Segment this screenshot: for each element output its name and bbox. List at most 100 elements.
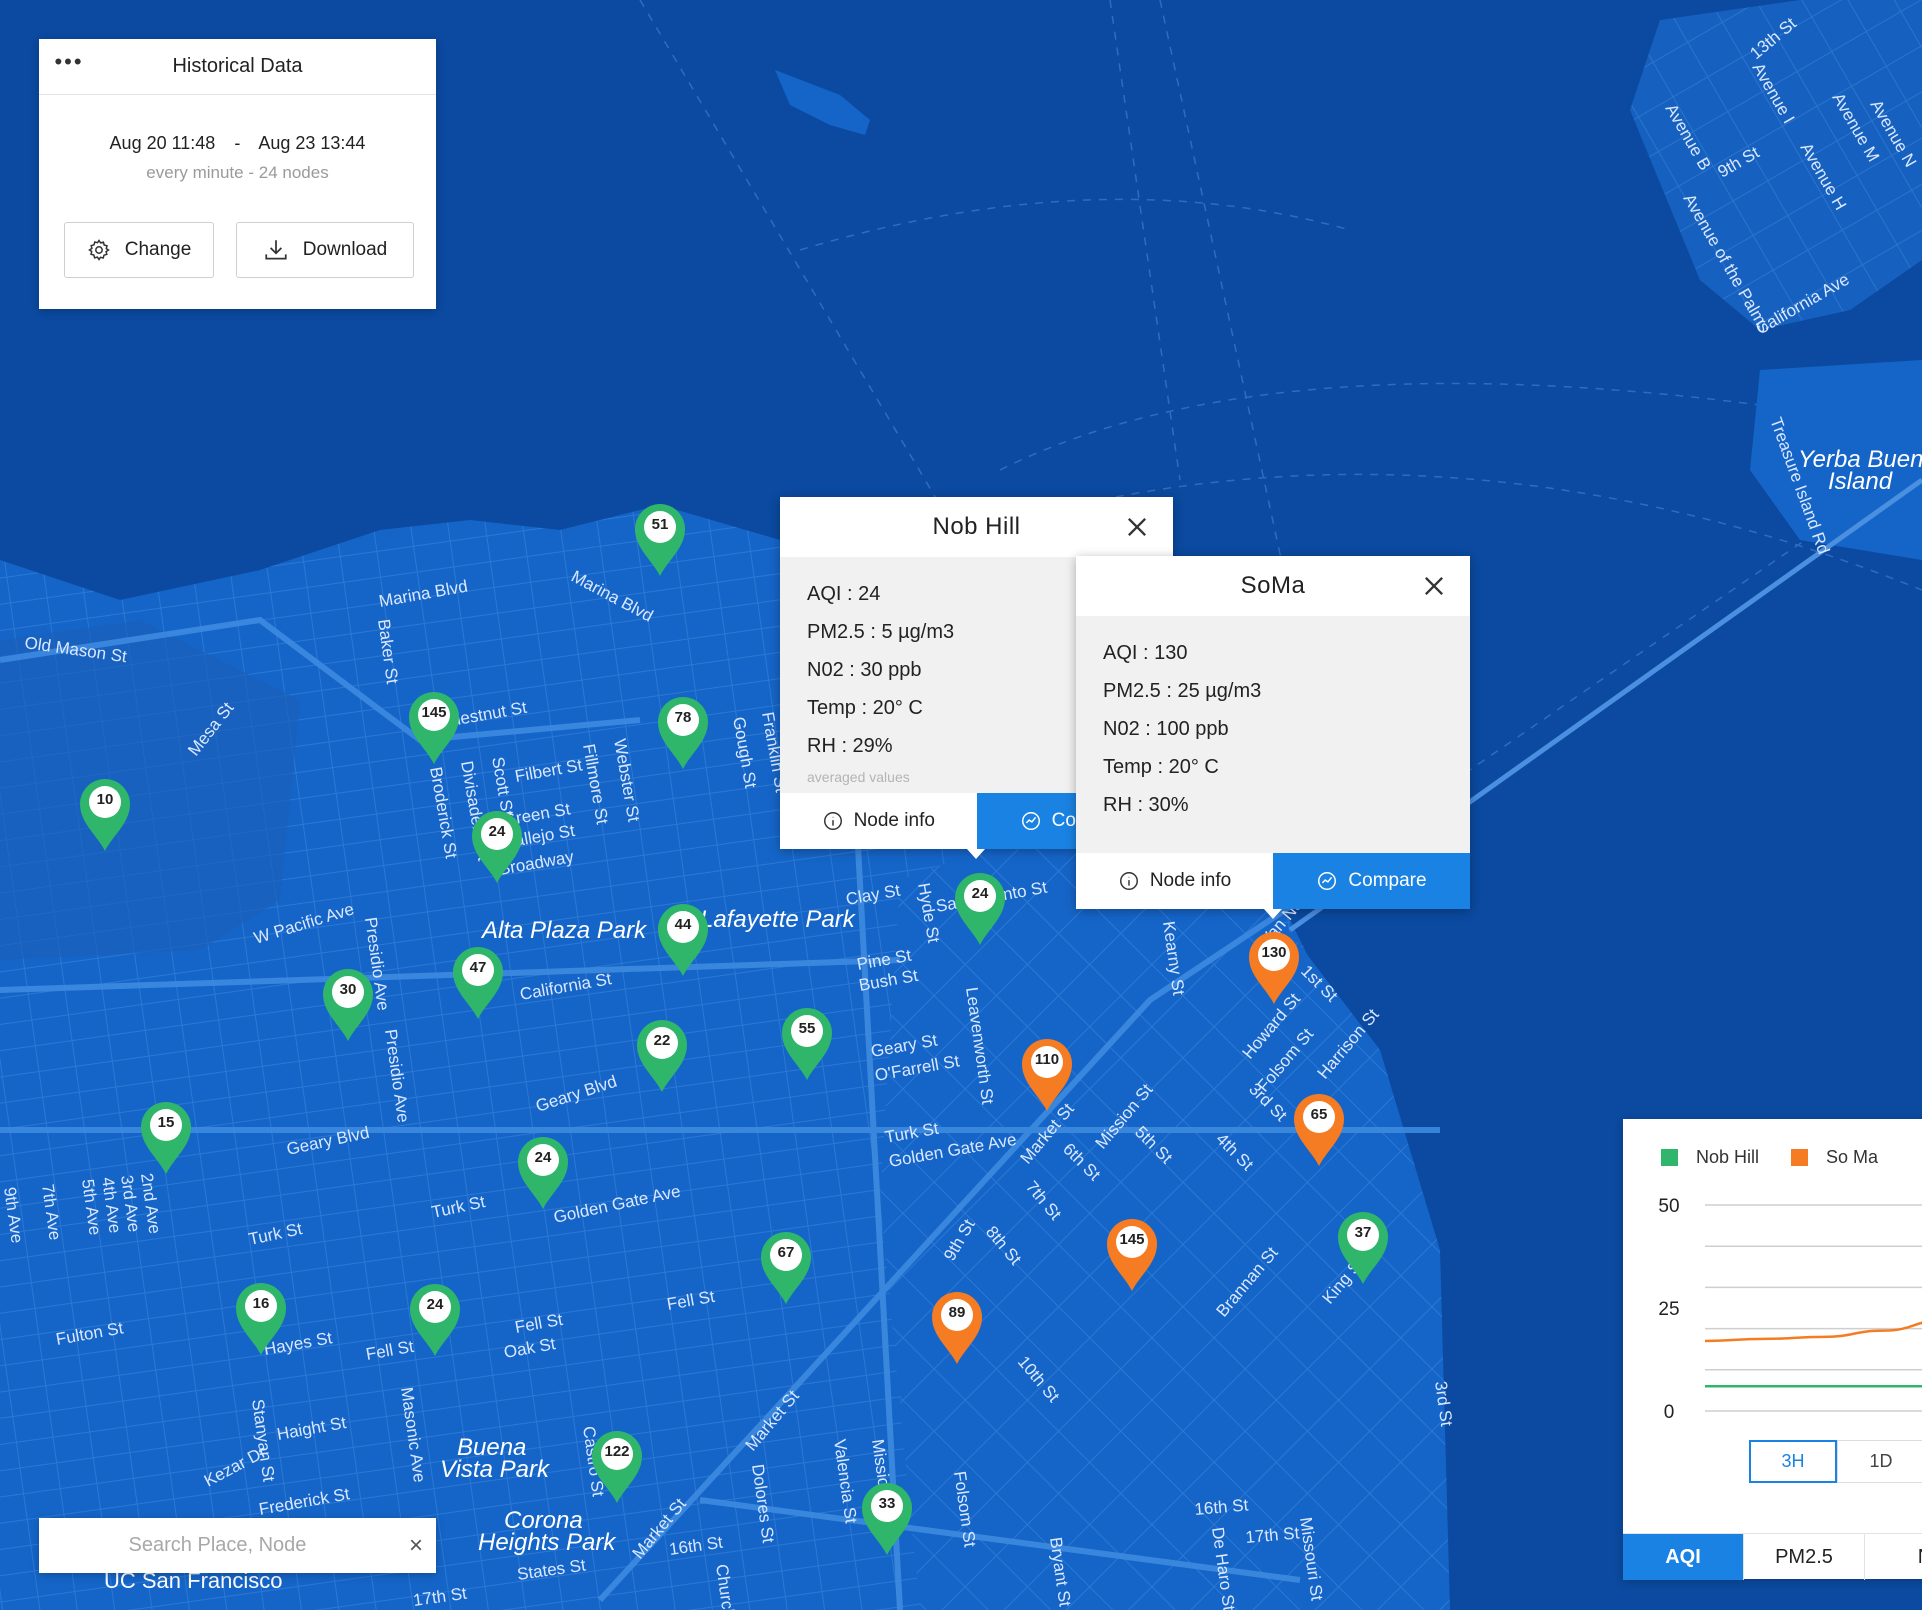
- compare-button[interactable]: Compare: [1273, 853, 1470, 909]
- sensor-marker[interactable]: 33: [858, 1479, 916, 1557]
- date-range: Aug 20 11:48 - Aug 23 13:44: [39, 133, 436, 154]
- popup-pointer: [1264, 909, 1282, 919]
- popup-pointer: [967, 849, 985, 859]
- map-pin-icon: [1022, 1039, 1072, 1111]
- download-label: Download: [302, 239, 388, 260]
- pm25-reading: PM2.5 : 25 µg/m3: [1103, 680, 1262, 702]
- legend-item[interactable]: So Ma: [1791, 1147, 1878, 1168]
- line-chart[interactable]: 50 25 0: [1623, 1179, 1922, 1429]
- legend-item[interactable]: Nob Hill: [1661, 1147, 1759, 1168]
- search-input[interactable]: Search Place, Node: [39, 1534, 396, 1557]
- marker-value: 30: [339, 981, 357, 998]
- legend-swatch: [1661, 1149, 1678, 1166]
- download-icon: [265, 240, 287, 260]
- close-icon[interactable]: [1420, 572, 1448, 600]
- range-end: Aug 23 13:44: [258, 133, 366, 153]
- temp-reading: Temp : 20° C: [1103, 756, 1219, 778]
- map-pin-icon: [761, 1232, 811, 1304]
- place-label: Island: [1828, 468, 1893, 495]
- sensor-marker[interactable]: 51: [631, 500, 689, 578]
- sensor-marker[interactable]: 15: [137, 1098, 195, 1176]
- change-button[interactable]: Change: [64, 222, 214, 278]
- sensor-marker[interactable]: 37: [1334, 1208, 1392, 1286]
- marker-value: 51: [651, 516, 669, 533]
- place-label: Heights Park: [478, 1529, 617, 1556]
- marker-value: 16: [252, 1295, 270, 1312]
- time-range-selector: 3H 1D: [1749, 1440, 1922, 1483]
- map-pin-icon: [637, 1020, 687, 1092]
- map-pin-icon: [635, 504, 685, 576]
- node-info-button[interactable]: Node info: [780, 793, 977, 849]
- sensor-marker[interactable]: 24: [951, 869, 1009, 947]
- map-pin-icon: [472, 811, 522, 883]
- no2-reading: N02 : 100 ppb: [1103, 718, 1229, 740]
- sensor-marker[interactable]: 24: [468, 807, 526, 885]
- sensor-marker[interactable]: 44: [654, 900, 712, 978]
- interval-separator: -: [248, 163, 255, 182]
- sensor-marker[interactable]: 10: [76, 775, 134, 853]
- popup-title: SoMa: [1240, 572, 1306, 599]
- sensor-marker[interactable]: 24: [406, 1280, 464, 1358]
- marker-value: 47: [469, 959, 487, 976]
- sensor-marker[interactable]: 130: [1245, 928, 1303, 1006]
- marker-value: 24: [426, 1296, 444, 1313]
- legend-label: So Ma: [1826, 1147, 1879, 1167]
- marker-value: 37: [1354, 1224, 1372, 1241]
- sensor-marker[interactable]: 65: [1290, 1090, 1348, 1168]
- sensor-marker[interactable]: 78: [654, 693, 712, 771]
- sensor-marker[interactable]: 16: [232, 1279, 290, 1357]
- node-info-button[interactable]: Node info: [1076, 853, 1273, 909]
- marker-value: 15: [157, 1114, 175, 1131]
- marker-value: 65: [1310, 1106, 1328, 1123]
- marker-value: 55: [798, 1020, 816, 1037]
- popup-soma: SoMa AQI : 130 PM2.5 : 25 µg/m3 N02 : 10…: [1076, 556, 1470, 919]
- sensor-marker[interactable]: 47: [449, 943, 507, 1021]
- gear-icon: [87, 239, 110, 261]
- download-button[interactable]: Download: [236, 222, 414, 278]
- sensor-marker[interactable]: 145: [1103, 1215, 1161, 1293]
- marker-value: 67: [777, 1244, 795, 1261]
- node-count: 24 nodes: [258, 163, 329, 182]
- map-pin-icon: [1338, 1212, 1388, 1284]
- tab-pm25[interactable]: PM2.5: [1744, 1534, 1865, 1580]
- sensor-marker[interactable]: 110: [1018, 1035, 1076, 1113]
- tab-no2[interactable]: N: [1865, 1534, 1922, 1580]
- sensor-marker[interactable]: 55: [778, 1004, 836, 1082]
- sensor-marker[interactable]: 122: [588, 1427, 646, 1505]
- sensor-marker[interactable]: 67: [757, 1228, 815, 1306]
- ellipsis-icon[interactable]: •••: [39, 49, 99, 75]
- marker-value: 122: [604, 1443, 630, 1460]
- historical-data-panel: ••• Historical Data Aug 20 11:48 - Aug 2…: [39, 39, 436, 309]
- metric-tabs: AQI PM2.5 N: [1623, 1533, 1922, 1580]
- map-pin-icon: [658, 904, 708, 976]
- sensor-marker[interactable]: 145: [405, 688, 463, 766]
- marker-value: 44: [674, 916, 692, 933]
- close-icon[interactable]: [1123, 513, 1151, 541]
- rh-reading: RH : 30%: [1103, 794, 1189, 816]
- range-start: Aug 20 11:48: [109, 133, 216, 153]
- aqi-reading: AQI : 130: [1103, 642, 1188, 664]
- legend-label: Nob Hill: [1696, 1147, 1760, 1167]
- map-pin-icon: [658, 697, 708, 769]
- map-pin-icon: [141, 1102, 191, 1174]
- sensor-marker[interactable]: 89: [928, 1288, 986, 1366]
- trend-icon: [1318, 872, 1337, 890]
- node-info-label: Node info: [853, 810, 935, 831]
- sensor-marker[interactable]: 22: [633, 1016, 691, 1094]
- map-pin-icon: [592, 1431, 642, 1503]
- clear-search-icon[interactable]: ×: [396, 1532, 436, 1560]
- historical-header: ••• Historical Data: [39, 39, 436, 95]
- compare-label: Compare: [1348, 870, 1427, 891]
- popup-title: Nob Hill: [932, 513, 1021, 540]
- sensor-marker[interactable]: 30: [319, 965, 377, 1043]
- range-3h-button[interactable]: 3H: [1749, 1440, 1837, 1483]
- search-box[interactable]: Search Place, Node ×: [39, 1518, 436, 1573]
- place-label: Lafayette Park: [700, 906, 857, 933]
- sensor-marker[interactable]: 24: [514, 1133, 572, 1211]
- map-pin-icon: [323, 969, 373, 1041]
- map-pin-icon: [862, 1483, 912, 1555]
- interval-text: every minute: [146, 163, 244, 182]
- marker-value: 78: [674, 709, 692, 726]
- tab-aqi[interactable]: AQI: [1623, 1534, 1744, 1580]
- range-1d-button[interactable]: 1D: [1837, 1440, 1922, 1483]
